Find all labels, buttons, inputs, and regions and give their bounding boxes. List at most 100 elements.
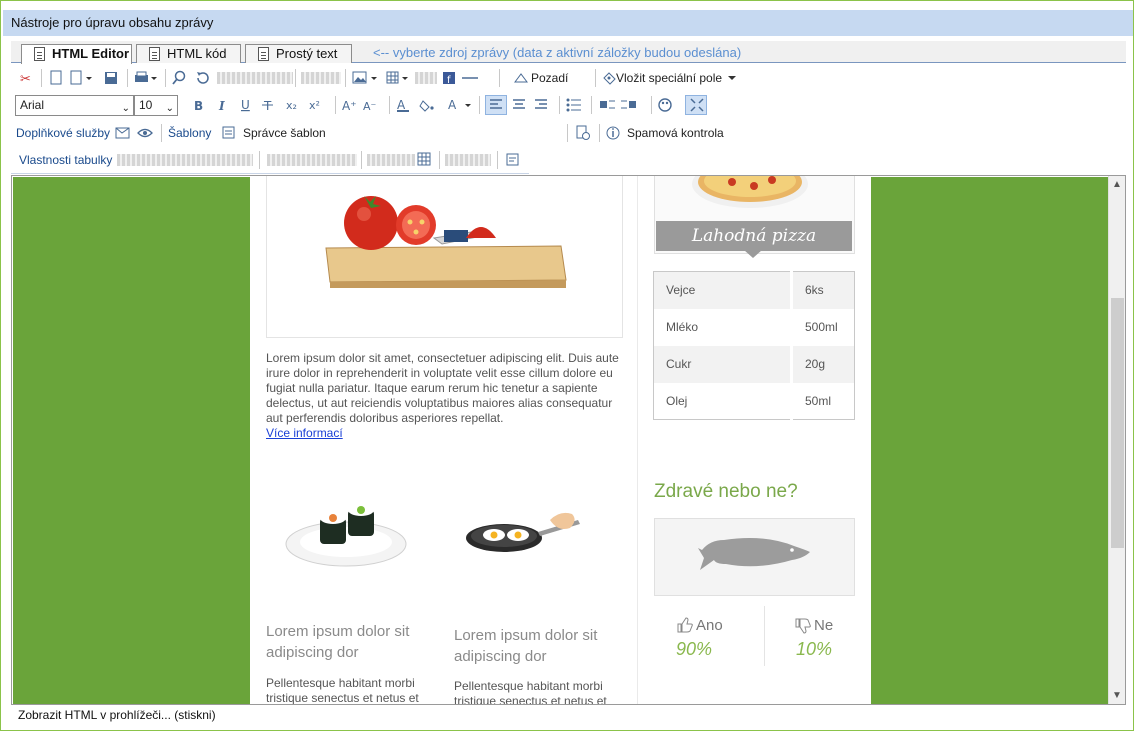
poll-no-label[interactable]: Ne bbox=[814, 617, 833, 634]
text-effects-icon[interactable]: A bbox=[447, 97, 475, 113]
fish-image bbox=[698, 538, 810, 570]
tomatoes-cutting-board-image bbox=[325, 196, 567, 288]
eye-icon[interactable] bbox=[137, 125, 153, 141]
save-icon[interactable] bbox=[103, 70, 119, 86]
align-icons[interactable] bbox=[489, 97, 569, 113]
row-column-buttons-disabled bbox=[267, 154, 357, 166]
column-divider bbox=[637, 176, 638, 704]
ingredient-amount: 6ks bbox=[805, 283, 824, 298]
ingredient-name: Vejce bbox=[653, 271, 793, 309]
scroll-up-icon[interactable]: ▲ bbox=[1112, 179, 1122, 190]
spam-check-button[interactable]: Spamová kontrola bbox=[627, 124, 724, 142]
insert-row-buttons-disabled bbox=[367, 154, 415, 166]
fill-color-icon[interactable] bbox=[419, 97, 435, 113]
insert-image-icon[interactable] bbox=[351, 70, 379, 86]
card2-text: Pellentesque habitant morbi tristique se… bbox=[454, 679, 607, 705]
frying-pan-image bbox=[466, 512, 580, 552]
tab-label: HTML kód bbox=[167, 46, 227, 61]
email-settings-icon[interactable] bbox=[115, 125, 131, 141]
table-row: Olej 50ml bbox=[653, 382, 855, 420]
table-properties-button[interactable]: Vlastnosti tabulky bbox=[19, 151, 112, 169]
ingredient-name: Mléko bbox=[653, 308, 793, 346]
insert-table-icon[interactable] bbox=[385, 70, 411, 86]
vertical-scrollbar[interactable]: ▲ ▼ bbox=[1108, 176, 1125, 704]
table-cell-buttons-disabled bbox=[117, 154, 253, 166]
search-icon[interactable] bbox=[171, 70, 187, 86]
ingredient-name: Cukr bbox=[653, 345, 793, 383]
tab-html-editor[interactable]: HTML Editor bbox=[21, 44, 132, 64]
font-family-select[interactable]: Arial ⌄ bbox=[15, 95, 134, 116]
font-family-value: Arial bbox=[20, 98, 45, 112]
svg-text:T: T bbox=[263, 99, 272, 113]
font-size-value: 10 bbox=[139, 98, 153, 112]
tab-html-code[interactable]: HTML kód bbox=[136, 44, 241, 63]
facebook-icon[interactable]: f bbox=[441, 70, 457, 86]
font-grow-shrink-icon[interactable]: A⁺ A⁻ bbox=[341, 97, 383, 113]
font-size-select[interactable]: 10 ⌄ bbox=[134, 95, 178, 116]
window-title: Nástroje pro úpravu obsahu zprávy bbox=[3, 10, 1133, 36]
svg-text:A⁺: A⁺ bbox=[342, 99, 357, 113]
svg-text:f: f bbox=[447, 75, 451, 86]
show-in-browser-link[interactable]: Zobrazit HTML v prohlížeči... (stiskni) bbox=[18, 708, 216, 722]
template-manager-icon bbox=[222, 126, 235, 139]
svg-text:U: U bbox=[241, 98, 250, 112]
ingredients-table: Vejce 6ks Mléko 500ml Cukr 20g Olej 50ml bbox=[653, 271, 855, 420]
ingredient-amount: 500ml bbox=[805, 320, 838, 334]
indent-icons[interactable] bbox=[599, 97, 643, 113]
delete-format-icon[interactable]: ✂ bbox=[19, 70, 35, 86]
poll-title: Zdravé nebo ne? bbox=[654, 481, 798, 502]
svg-text:B: B bbox=[194, 99, 203, 113]
document-icon bbox=[34, 47, 45, 61]
templates-button[interactable]: Šablony bbox=[168, 124, 211, 142]
chevron-down-icon: ⌄ bbox=[165, 103, 174, 114]
ingredient-amount: 50ml bbox=[805, 393, 832, 408]
main-paragraph: Lorem ipsum dolor sit amet, consectetuer… bbox=[266, 351, 619, 425]
edit-properties-icon[interactable] bbox=[505, 152, 521, 168]
bullet-list-icon[interactable] bbox=[565, 97, 583, 113]
pizza-image bbox=[692, 176, 808, 208]
chevron-down-icon[interactable] bbox=[727, 73, 737, 83]
scroll-down-icon[interactable]: ▼ bbox=[1112, 690, 1122, 701]
font-color-icon[interactable]: A bbox=[395, 97, 411, 113]
tab-label: HTML Editor bbox=[52, 46, 130, 61]
poll-yes-label[interactable]: Ano bbox=[696, 617, 723, 634]
card1-title: Lorem ipsum dolor sit adipiscing dor bbox=[266, 623, 410, 661]
toolbar-table: Vlastnosti tabulky bbox=[11, 147, 1126, 174]
html-editor-canvas[interactable]: Lorem ipsum dolor sit amet, consectetuer… bbox=[11, 175, 1126, 705]
chevron-down-icon: ⌄ bbox=[121, 103, 130, 114]
toolbar-format: Arial ⌄ 10 ⌄ B I U T x₂ x² A⁺ A⁻ A A bbox=[11, 92, 1126, 118]
refresh-icon[interactable] bbox=[195, 70, 211, 86]
horizontal-line-icon[interactable] bbox=[461, 70, 479, 86]
new-document-icon[interactable] bbox=[49, 70, 63, 86]
svg-text:x₂: x₂ bbox=[286, 99, 297, 112]
tab-plain-text[interactable]: Prostý text bbox=[245, 44, 352, 63]
poll-divider bbox=[764, 606, 765, 666]
table-row: Vejce 6ks bbox=[653, 271, 855, 309]
template-manager-button[interactable]: Správce šablon bbox=[243, 124, 326, 142]
open-template-icon[interactable] bbox=[69, 70, 93, 86]
svg-text:x²: x² bbox=[309, 99, 320, 112]
more-info-link[interactable]: Více informací bbox=[266, 426, 343, 441]
table-row: Cukr 20g bbox=[653, 345, 855, 383]
table-grid-icon[interactable] bbox=[417, 152, 433, 168]
poll-no-value: 10% bbox=[796, 639, 833, 659]
toolbar-main: ✂ f Pozadí Vložit speciální pole bbox=[11, 65, 1126, 91]
document-icon bbox=[258, 47, 269, 61]
insert-special-field-button[interactable]: Vložit speciální pole bbox=[616, 69, 722, 87]
editor-window: Nástroje pro úpravu obsahu zprávy HTML E… bbox=[0, 0, 1134, 731]
scrollbar-thumb[interactable] bbox=[1111, 298, 1124, 548]
palette-icon[interactable] bbox=[657, 97, 673, 113]
caption-pointer bbox=[744, 250, 762, 258]
tab-label: Prostý text bbox=[276, 46, 338, 61]
collapse-icon bbox=[690, 98, 704, 112]
background-icon bbox=[514, 73, 528, 83]
special-field-icon bbox=[603, 72, 616, 85]
thumbs-up-icon[interactable] bbox=[676, 616, 694, 634]
thumbs-down-icon[interactable] bbox=[794, 617, 812, 635]
spam-document-icon[interactable] bbox=[575, 125, 591, 141]
sushi-plate-image bbox=[285, 504, 407, 567]
background-button[interactable]: Pozadí bbox=[531, 69, 568, 87]
additional-services-button[interactable]: Doplňkové služby bbox=[16, 124, 110, 142]
print-icon[interactable] bbox=[133, 70, 159, 86]
merge-cells-disabled bbox=[445, 154, 491, 166]
